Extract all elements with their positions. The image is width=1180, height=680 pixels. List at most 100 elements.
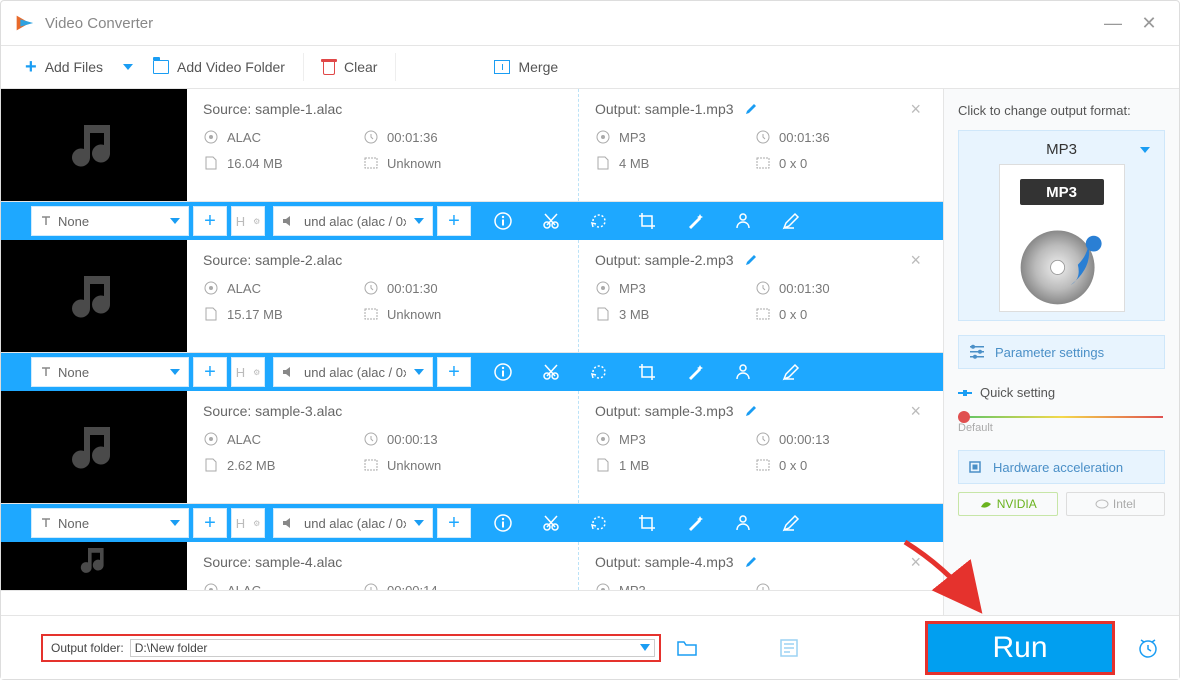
- clear-button[interactable]: Clear: [308, 46, 391, 88]
- watermark-button[interactable]: [723, 353, 763, 391]
- file-tool-strip: None + H⚙ und alac (alac / 0x63 +: [1, 202, 943, 240]
- add-audio-button[interactable]: +: [437, 206, 471, 236]
- info-button[interactable]: [483, 504, 523, 542]
- edit-button[interactable]: [771, 504, 811, 542]
- effects-button[interactable]: [675, 353, 715, 391]
- trim-button[interactable]: [531, 202, 571, 240]
- rotate-button[interactable]: [579, 353, 619, 391]
- minimize-button[interactable]: —: [1095, 5, 1131, 41]
- content-area: Source: sample-1.alac ALAC 00:01:36 16.0…: [1, 89, 1179, 615]
- source-label: Source: sample-1.alac: [203, 101, 342, 117]
- remove-file-button[interactable]: ×: [910, 401, 921, 422]
- subtitle-select[interactable]: None: [31, 357, 189, 387]
- remove-file-button[interactable]: ×: [910, 250, 921, 271]
- info-button[interactable]: [483, 202, 523, 240]
- output-label: Output: sample-3.mp3: [595, 403, 734, 419]
- output-folder-value[interactable]: D:\New folder: [130, 639, 655, 657]
- hardware-accel-button[interactable]: Hardware acceleration: [958, 450, 1165, 484]
- text-icon: [40, 215, 52, 227]
- app-title: Video Converter: [45, 15, 153, 32]
- parameter-settings-button[interactable]: Parameter settings: [958, 335, 1165, 369]
- add-subtitle-button[interactable]: +: [193, 508, 227, 538]
- codec-icon: [203, 129, 219, 145]
- trim-button[interactable]: [531, 504, 571, 542]
- edit-icon[interactable]: [744, 253, 758, 267]
- hw-accel-label: Hardware acceleration: [993, 460, 1123, 475]
- add-files-dropdown[interactable]: [117, 46, 139, 88]
- run-button[interactable]: Run: [925, 621, 1115, 675]
- file-thumbnail[interactable]: [1, 240, 187, 352]
- output-label: Output: sample-2.mp3: [595, 252, 734, 268]
- clock-icon: [363, 582, 379, 590]
- caret-down-icon: [414, 218, 424, 224]
- edit-icon[interactable]: [744, 555, 758, 569]
- music-note-icon: [62, 415, 126, 479]
- codec-icon: [203, 431, 219, 447]
- nvidia-chip[interactable]: NVIDIA: [958, 492, 1058, 516]
- subtitle-select[interactable]: None: [31, 508, 189, 538]
- add-audio-button[interactable]: +: [437, 357, 471, 387]
- intel-chip[interactable]: Intel: [1066, 492, 1166, 516]
- schedule-button[interactable]: [1131, 631, 1165, 665]
- output-format-card[interactable]: MP3 MP3: [958, 130, 1165, 321]
- subtitle-select[interactable]: None: [31, 206, 189, 236]
- quality-slider[interactable]: [960, 416, 1163, 418]
- audio-track-select[interactable]: und alac (alac / 0x63: [273, 206, 433, 236]
- resolution-icon: [363, 306, 379, 322]
- remove-file-button[interactable]: ×: [910, 552, 921, 573]
- output-format-hint: Click to change output format:: [958, 103, 1165, 118]
- speaker-icon: [282, 215, 296, 227]
- clock-icon: [755, 129, 771, 145]
- output-folder-field[interactable]: Output folder: D:\New folder: [41, 634, 661, 662]
- edit-icon[interactable]: [744, 102, 758, 116]
- file-thumbnail[interactable]: [1, 391, 187, 503]
- task-list-button[interactable]: [773, 632, 805, 664]
- open-folder-button[interactable]: [671, 632, 703, 664]
- resolution-icon: [363, 457, 379, 473]
- add-audio-button[interactable]: +: [437, 508, 471, 538]
- text-icon: [40, 366, 52, 378]
- add-subtitle-button[interactable]: +: [193, 206, 227, 236]
- intel-icon: [1095, 497, 1109, 511]
- watermark-button[interactable]: [723, 504, 763, 542]
- footer-bar: Output folder: D:\New folder Run: [1, 615, 1179, 679]
- trim-button[interactable]: [531, 353, 571, 391]
- watermark-button[interactable]: [723, 202, 763, 240]
- file-tool-strip: None + H⚙ und alac (alac / 0x63 +: [1, 353, 943, 391]
- slider-thumb[interactable]: [958, 411, 970, 423]
- codec-icon: [595, 129, 611, 145]
- crop-button[interactable]: [627, 202, 667, 240]
- file-icon: [595, 155, 611, 171]
- effects-button[interactable]: [675, 504, 715, 542]
- crop-button[interactable]: [627, 504, 667, 542]
- app-logo-icon: [13, 12, 35, 34]
- file-row: Source: sample-2.alac ALAC 00:01:30 15.1…: [1, 240, 943, 353]
- file-thumbnail[interactable]: [1, 89, 187, 201]
- effects-button[interactable]: [675, 202, 715, 240]
- edit-button[interactable]: [771, 353, 811, 391]
- audio-track-select[interactable]: und alac (alac / 0x63: [273, 508, 433, 538]
- merge-button[interactable]: Merge: [480, 46, 572, 88]
- info-button[interactable]: [483, 353, 523, 391]
- music-note-icon: [62, 113, 126, 177]
- close-button[interactable]: ✕: [1131, 5, 1167, 41]
- codec-icon: [595, 431, 611, 447]
- edit-icon[interactable]: [744, 404, 758, 418]
- rotate-button[interactable]: [579, 202, 619, 240]
- rotate-button[interactable]: [579, 504, 619, 542]
- hardsub-button[interactable]: H⚙: [231, 206, 265, 236]
- remove-file-button[interactable]: ×: [910, 99, 921, 120]
- hardsub-button[interactable]: H⚙: [231, 357, 265, 387]
- hardsub-button[interactable]: H⚙: [231, 508, 265, 538]
- add-folder-button[interactable]: Add Video Folder: [139, 46, 299, 88]
- caret-down-icon: [640, 644, 650, 651]
- file-icon: [203, 457, 219, 473]
- edit-button[interactable]: [771, 202, 811, 240]
- crop-button[interactable]: [627, 353, 667, 391]
- audio-track-select[interactable]: und alac (alac / 0x63: [273, 357, 433, 387]
- cd-icon: [1017, 219, 1107, 307]
- caret-down-icon: [1140, 147, 1150, 153]
- file-thumbnail[interactable]: [1, 542, 187, 590]
- add-subtitle-button[interactable]: +: [193, 357, 227, 387]
- add-files-button[interactable]: + Add Files: [11, 46, 117, 88]
